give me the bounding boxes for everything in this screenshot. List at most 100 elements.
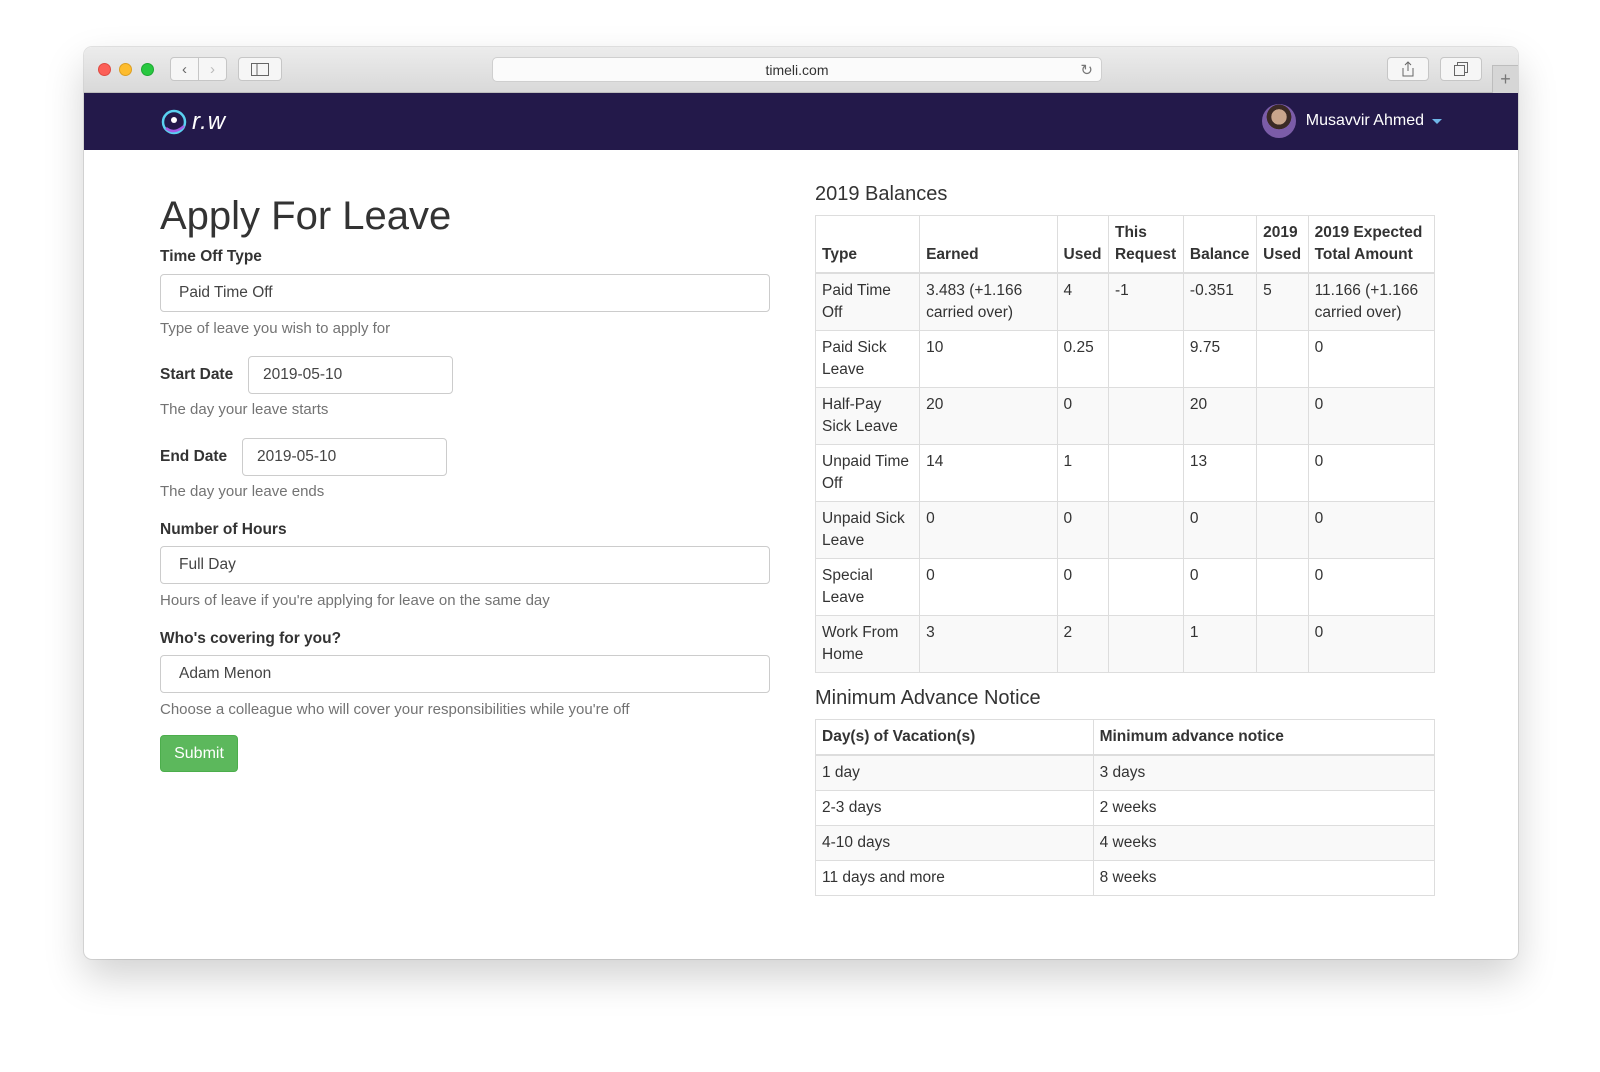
table-cell [1107, 558, 1184, 616]
forward-button[interactable]: › [198, 57, 227, 81]
table-cell: 1 [1182, 615, 1258, 673]
close-window-button[interactable] [98, 63, 111, 76]
table-cell: -0.351 [1182, 272, 1258, 331]
table-cell: Unpaid Time Off [814, 444, 921, 502]
table-cell: 10 [919, 330, 1058, 388]
table-row: Paid Sick Leave 10 0.25 9.75 0 [814, 330, 1436, 388]
table-cell: 0 [919, 501, 1058, 559]
table-cell: Half-Pay Sick Leave [814, 387, 921, 445]
table-cell: 11.166 (+1.166 carried over) [1307, 272, 1436, 331]
covering-help: Choose a colleague who will cover your r… [160, 701, 630, 718]
browser-window: ‹ › timeli.com ↻ + r.w Musavvir Ahmed Ap… [84, 47, 1518, 959]
table-cell: Paid Time Off [814, 272, 921, 331]
column-header: This Request [1107, 215, 1184, 274]
chevron-right-icon: › [210, 60, 215, 78]
table-row: Half-Pay Sick Leave 20 0 20 0 [814, 387, 1436, 445]
end-date-help: The day your leave ends [160, 483, 325, 500]
table-cell [1107, 444, 1184, 502]
table-cell [1107, 387, 1184, 445]
table-cell: 9.75 [1182, 330, 1258, 388]
page-title: Apply For Leave [160, 194, 452, 238]
table-cell: Paid Sick Leave [814, 330, 921, 388]
table-cell: 0 [1307, 330, 1436, 388]
table-cell: 0 [1307, 444, 1436, 502]
hours-label: Number of Hours [160, 521, 287, 538]
notice-title: Minimum Advance Notice [815, 687, 1041, 709]
column-header: Day(s) of Vacation(s) [815, 719, 1094, 756]
table-cell: 2-3 days [815, 790, 1094, 826]
end-date-input[interactable]: 2019-05-10 [242, 438, 447, 476]
address-bar[interactable]: timeli.com ↻ [492, 57, 1102, 82]
table-cell: 20 [919, 387, 1058, 445]
table-cell [1107, 615, 1184, 673]
new-tab-button[interactable]: + [1492, 65, 1518, 93]
table-cell: 1 [1056, 444, 1109, 502]
table-cell: 4 [1056, 272, 1109, 331]
start-date-label: Start Date [160, 366, 234, 383]
column-header: 2019 Used [1256, 215, 1309, 274]
start-date-value: 2019-05-10 [263, 366, 343, 383]
table-cell: 5 [1256, 272, 1309, 331]
chevron-left-icon: ‹ [182, 60, 187, 78]
table-cell: 0 [1056, 501, 1109, 559]
table-cell [1256, 387, 1309, 445]
minimize-window-button[interactable] [119, 63, 132, 76]
table-cell [1256, 558, 1309, 616]
table-cell: 3 [919, 615, 1058, 673]
table-cell: 0.25 [1056, 330, 1109, 388]
table-cell: Special Leave [814, 558, 921, 616]
table-row: Work From Home 3 2 1 0 [814, 615, 1436, 673]
hours-select[interactable]: Full Day [160, 546, 770, 584]
table-row: Unpaid Sick Leave 0 0 0 0 [814, 501, 1436, 559]
table-row: Unpaid Time Off 14 1 13 0 [814, 444, 1436, 502]
table-cell: 3 days [1092, 754, 1436, 791]
avatar [1261, 104, 1296, 138]
table-cell: 3.483 (+1.166 carried over) [919, 272, 1058, 331]
show-tabs-button[interactable] [1440, 57, 1482, 81]
balances-table: Type Earned Used This Request Balance 20… [814, 215, 1436, 673]
table-row: 4-10 days 4 weeks [815, 825, 1436, 861]
column-header: Earned [919, 215, 1058, 274]
back-button[interactable]: ‹ [170, 57, 199, 81]
submit-button[interactable]: Submit [160, 735, 238, 772]
table-cell [1256, 444, 1309, 502]
sidebar-toggle-button[interactable] [238, 57, 282, 81]
caret-down-icon [1432, 118, 1442, 124]
covering-select[interactable]: Adam Menon [160, 655, 770, 693]
column-header: 2019 Expected Total Amount [1307, 215, 1436, 274]
share-icon [1402, 61, 1414, 77]
table-cell: 0 [1307, 615, 1436, 673]
top-navbar: r.w Musavvir Ahmed [84, 93, 1518, 150]
logo[interactable]: r.w [160, 108, 226, 136]
end-date-label: End Date [160, 448, 228, 465]
table-cell: 0 [1307, 558, 1436, 616]
browser-toolbar: ‹ › timeli.com ↻ + [84, 47, 1518, 93]
time-off-type-help: Type of leave you wish to apply for [160, 320, 391, 337]
table-row: Special Leave 0 0 0 0 [814, 558, 1436, 616]
table-cell: Unpaid Sick Leave [814, 501, 921, 559]
zoom-window-button[interactable] [141, 63, 154, 76]
time-off-type-select[interactable]: Paid Time Off [160, 274, 770, 312]
table-cell: 1 day [815, 754, 1094, 791]
start-date-input[interactable]: 2019-05-10 [248, 356, 453, 394]
table-row: Paid Time Off 3.483 (+1.166 carried over)… [814, 272, 1436, 331]
user-name: Musavvir Ahmed [1305, 112, 1424, 129]
hours-value: Full Day [179, 556, 236, 573]
table-cell: 8 weeks [1092, 860, 1436, 896]
user-menu[interactable]: Musavvir Ahmed [1261, 104, 1442, 138]
time-off-type-label: Time Off Type [160, 248, 262, 265]
table-cell [1256, 615, 1309, 673]
share-button[interactable] [1387, 57, 1429, 81]
sidebar-icon [251, 62, 269, 76]
plus-icon: + [1500, 69, 1511, 89]
table-cell: 14 [919, 444, 1058, 502]
table-cell: 20 [1182, 387, 1258, 445]
table-cell: 2 [1056, 615, 1109, 673]
reload-icon[interactable]: ↻ [1080, 61, 1093, 79]
column-header: Type [814, 215, 921, 274]
table-cell: 0 [1056, 387, 1109, 445]
column-header: Balance [1182, 215, 1258, 274]
covering-label: Who's covering for you? [160, 630, 342, 647]
table-cell: 0 [1307, 387, 1436, 445]
hours-help: Hours of leave if you're applying for le… [160, 592, 550, 609]
